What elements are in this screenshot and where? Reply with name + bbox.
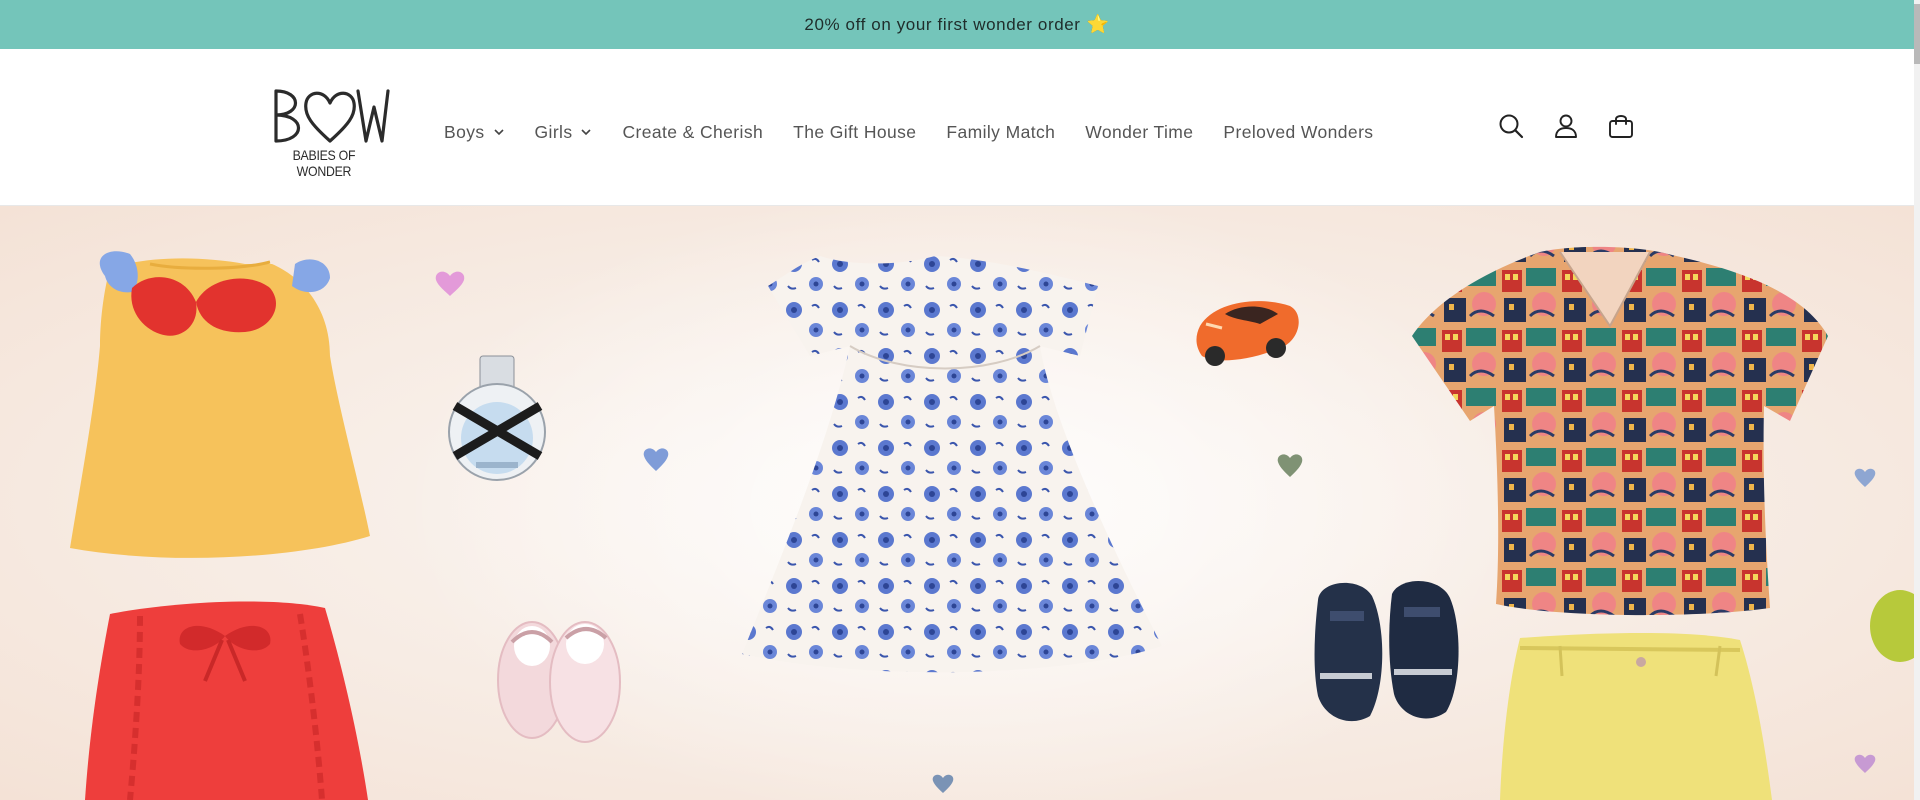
scrollbar-thumb[interactable] bbox=[1914, 4, 1920, 64]
nav-item-create-cherish[interactable]: Create & Cherish bbox=[622, 122, 763, 143]
logo[interactable]: BABIES OF WONDER bbox=[272, 85, 392, 179]
announcement-bar: 20% off on your first wonder order ⭐ bbox=[0, 0, 1914, 49]
chevron-down-icon bbox=[493, 129, 504, 136]
nav-item-label: Girls bbox=[534, 121, 573, 142]
red-skirt-image bbox=[85, 601, 368, 800]
nav-item-girls[interactable]: Girls bbox=[535, 122, 593, 143]
cart-icon bbox=[1609, 115, 1633, 138]
nav-item-wonder-time[interactable]: Wonder Time bbox=[1085, 122, 1193, 143]
logo-mark-icon bbox=[274, 89, 390, 143]
green-toy-image bbox=[1870, 590, 1914, 662]
search-button[interactable] bbox=[1496, 111, 1526, 141]
nav-item-label: The Gift House bbox=[793, 121, 917, 142]
account-button[interactable] bbox=[1551, 111, 1581, 141]
cart-button[interactable] bbox=[1606, 111, 1636, 141]
nav-item-label: Preloved Wonders bbox=[1223, 121, 1374, 142]
chevron-down-icon bbox=[581, 129, 592, 136]
header-icons bbox=[1496, 111, 1661, 141]
nav-item-boys[interactable]: Boys bbox=[444, 122, 505, 143]
nav-item-label: Family Match bbox=[946, 121, 1056, 142]
account-icon bbox=[1555, 114, 1577, 138]
nav-item-label: Boys bbox=[444, 121, 485, 142]
hero-product-collage bbox=[70, 206, 1914, 800]
heart-icon bbox=[435, 271, 465, 296]
nav-item-family-match[interactable]: Family Match bbox=[946, 122, 1055, 143]
main-nav: Boys Girls Create & Cherish The Gift Hou… bbox=[444, 116, 1403, 148]
yellow-top-image bbox=[70, 251, 370, 558]
hero-banner[interactable] bbox=[0, 206, 1914, 800]
search-icon bbox=[1499, 114, 1524, 139]
nav-item-gift-house[interactable]: The Gift House bbox=[793, 122, 916, 143]
nav-item-preloved-wonders[interactable]: Preloved Wonders bbox=[1223, 122, 1373, 143]
star-icon: ⭐ bbox=[1086, 14, 1110, 34]
announcement-text: 20% off on your first wonder order bbox=[804, 14, 1081, 34]
nav-item-label: Wonder Time bbox=[1085, 121, 1194, 142]
heart-icon bbox=[1854, 754, 1876, 773]
logo-tagline: BABIES OF WONDER bbox=[292, 147, 356, 179]
heart-icon bbox=[1854, 468, 1876, 487]
site-header: BABIES OF WONDER Boys Girls Create & Che… bbox=[0, 49, 1914, 206]
nav-item-label: Create & Cherish bbox=[622, 121, 764, 142]
pink-shoes-image bbox=[497, 621, 621, 743]
yellow-shorts-image bbox=[1500, 633, 1772, 800]
page-scrollbar[interactable] bbox=[1914, 0, 1920, 800]
